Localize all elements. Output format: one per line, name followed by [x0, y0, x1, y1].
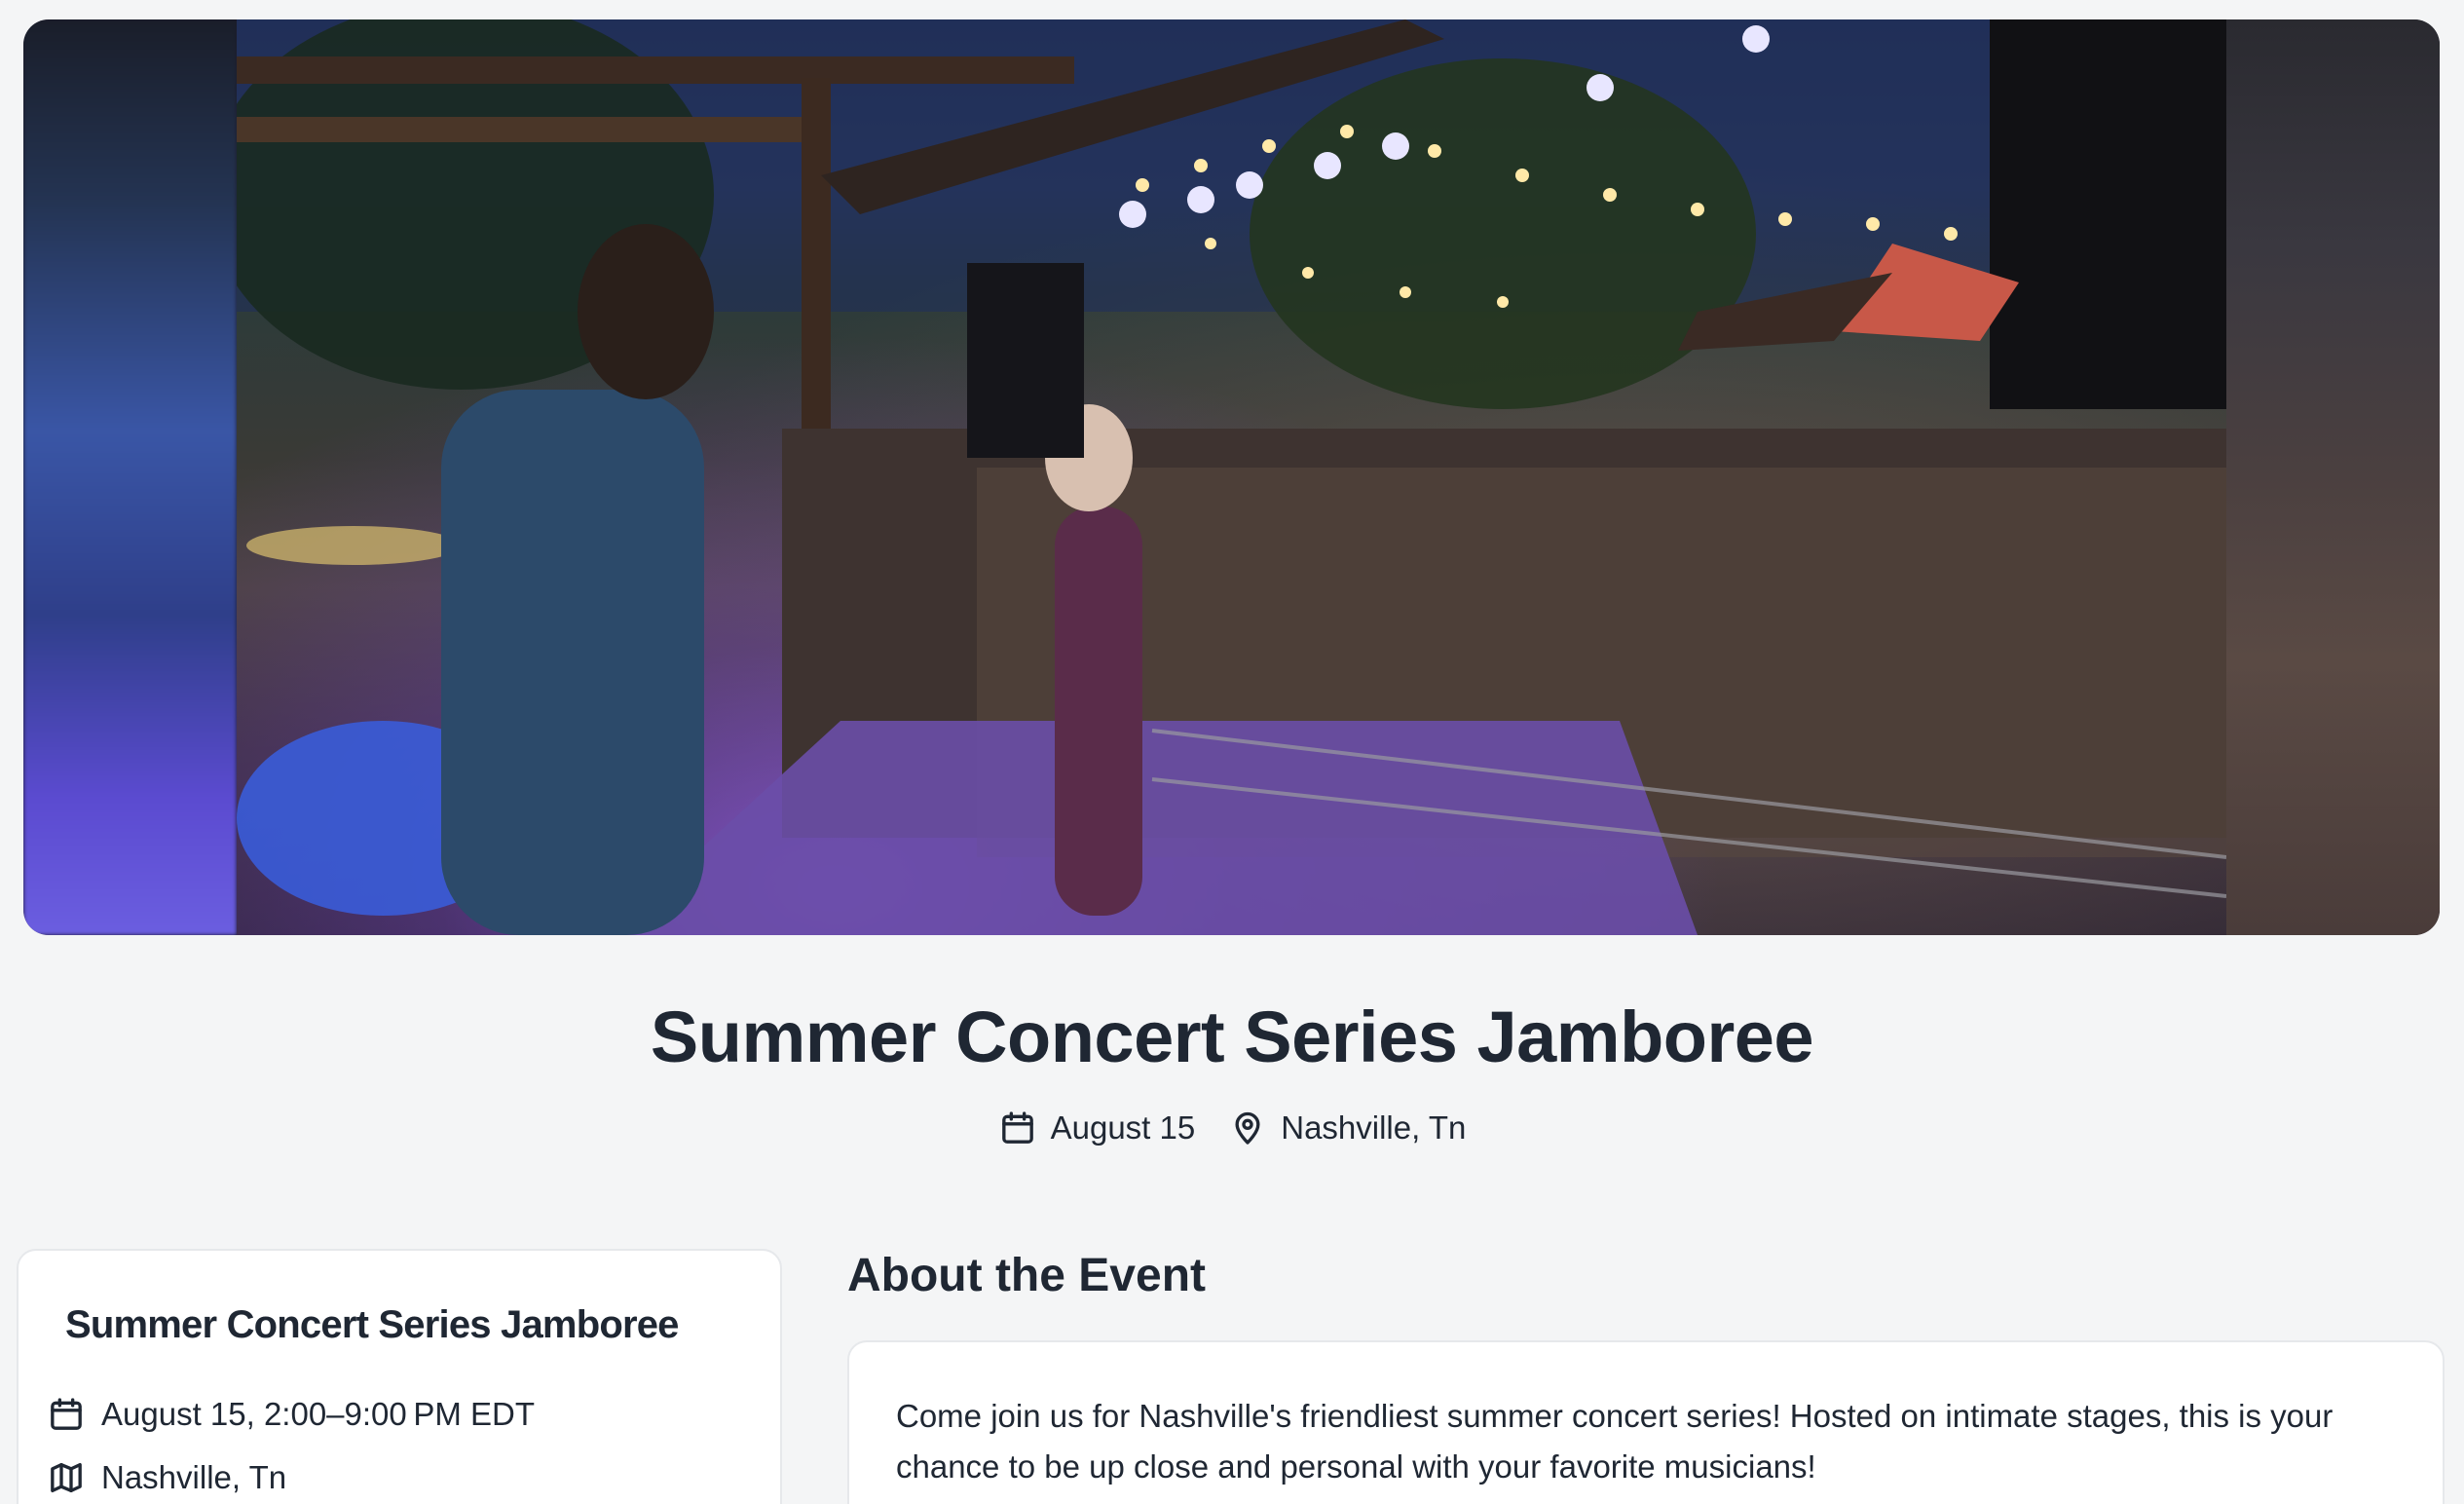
event-meta: August 15 Nashville, Tn: [0, 1109, 2464, 1147]
hero-image: [23, 19, 2440, 935]
hero-blur-left: [23, 19, 237, 935]
about-heading: About the Event: [847, 1250, 1206, 1301]
event-location-text: Nashville, Tn: [1281, 1109, 1467, 1146]
event-date-text: August 15: [1050, 1109, 1196, 1146]
event-page: Summer Concert Series Jamboree August 15…: [0, 0, 2464, 1504]
info-card-title: Summer Concert Series Jamboree: [65, 1303, 679, 1346]
info-card-date-text: August 15, 2:00–9:00 PM EDT: [101, 1396, 536, 1432]
about-description: Come join us for Nashville's friendliest…: [896, 1398, 2333, 1485]
map-icon: [51, 1463, 82, 1492]
info-card-location: Nashville, Tn: [47, 1458, 286, 1497]
hero-photo: [237, 19, 2226, 935]
map-pin-icon: [1235, 1111, 1260, 1145]
info-card-location-text: Nashville, Tn: [101, 1459, 287, 1495]
about-card: Come join us for Nashville's friendliest…: [847, 1340, 2445, 1504]
info-card-date: August 15, 2:00–9:00 PM EDT: [47, 1395, 535, 1434]
calendar-icon: [1001, 1111, 1033, 1144]
event-location: Nashville, Tn: [1228, 1109, 1466, 1147]
concert-illustration: [237, 19, 2226, 935]
event-date: August 15: [998, 1109, 1196, 1147]
event-title: Summer Concert Series Jamboree: [650, 996, 1814, 1077]
hero-blur-right: [2226, 19, 2440, 935]
calendar-icon: [51, 1398, 82, 1430]
